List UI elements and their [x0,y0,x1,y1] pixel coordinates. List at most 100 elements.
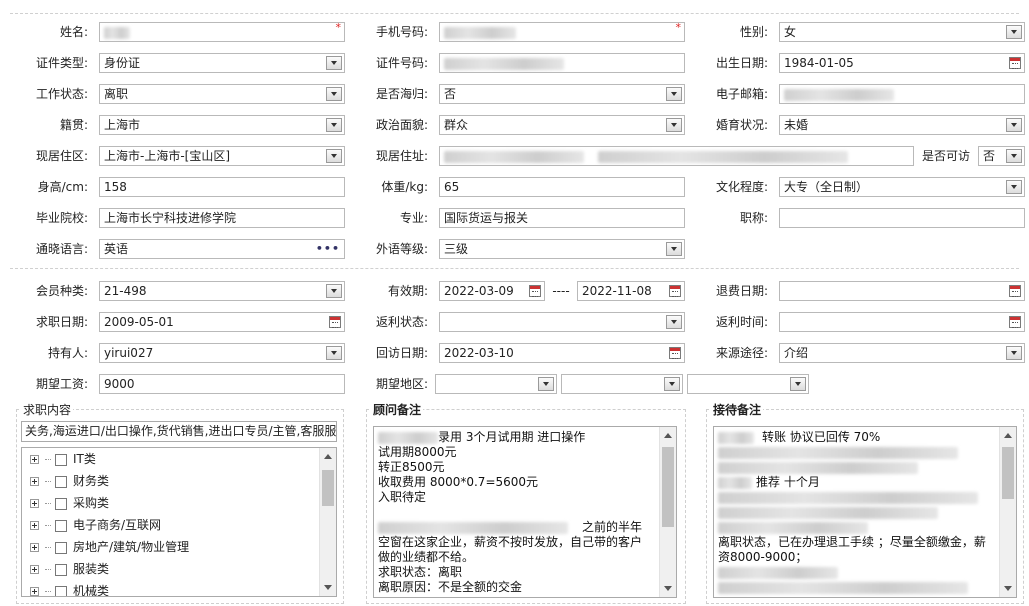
language-field[interactable]: 英语 ••• [99,239,345,259]
calendar-icon[interactable] [669,347,681,359]
chevron-down-icon[interactable] [664,377,680,391]
tree-item-finance[interactable]: 财务类 [30,470,109,492]
id-no-field[interactable] [439,53,685,73]
chevron-down-icon[interactable] [790,377,806,391]
scroll-up-icon[interactable] [324,454,332,459]
work-status-select[interactable]: 离职 [99,84,345,104]
reception-note-textarea[interactable]: 转账 协议已回传 70% 推荐 十个月 离职状态，已在办理退工手续 ；尽量全额缴… [713,426,1017,598]
foreign-level-select[interactable]: 三级 [439,239,685,259]
job-date-field[interactable]: 2009-05-01 [99,312,345,332]
checkbox[interactable] [55,453,67,466]
source-select[interactable]: 介绍 [779,343,1025,363]
reception-note-scrollbar[interactable] [999,427,1016,597]
region-district-select[interactable] [687,374,809,394]
advisor-note-textarea[interactable]: 录用 3个月试用期 进口操作 试用期8000元 转正8500元 收取费用 800… [373,426,677,598]
job-category-tree[interactable]: IT类 财务类 采购类 电子商务/互联网 房地产/建筑/物业管理 服装类 机械类 [21,447,337,597]
rebate-status-select[interactable] [439,312,685,332]
checkbox[interactable] [55,585,67,596]
major-field[interactable]: 国际货运与报关 [439,208,685,228]
native-select[interactable]: 上海市 [99,115,345,135]
checkbox[interactable] [55,497,67,510]
chevron-down-icon[interactable] [326,56,342,70]
advisor-note-scrollbar[interactable] [659,427,676,597]
tree-item-it[interactable]: IT类 [30,448,96,470]
chevron-down-icon[interactable] [326,87,342,101]
politics-select[interactable]: 群众 [439,115,685,135]
calendar-icon[interactable] [669,285,681,297]
chevron-down-icon[interactable] [666,315,682,329]
job-content-summary[interactable]: 关务,海运进口/出口操作,货代销售,进出口专员/主管,客服服 [21,421,337,442]
checkbox[interactable] [55,541,67,554]
member-type-select[interactable]: 21-498 [99,281,345,301]
email-field[interactable] [779,84,1025,104]
tree-item-purchase[interactable]: 采购类 [30,492,109,514]
expand-icon[interactable] [30,587,39,596]
marital-select[interactable]: 未婚 [779,115,1025,135]
checkbox[interactable] [55,475,67,488]
chevron-down-icon[interactable] [1006,118,1022,132]
weight-field[interactable]: 65 [439,177,685,197]
name-field[interactable]: * [99,22,345,42]
chevron-down-icon[interactable] [538,377,554,391]
rebate-time-field[interactable] [779,312,1025,332]
birth-date-field[interactable]: 1984-01-05 [779,53,1025,73]
calendar-icon[interactable] [529,285,541,297]
tree-scrollbar[interactable] [319,448,336,596]
tree-item-clothing[interactable]: 服装类 [30,558,109,580]
scroll-up-icon[interactable] [664,433,672,438]
expand-icon[interactable] [30,499,39,508]
checkbox[interactable] [55,519,67,532]
more-icon[interactable]: ••• [316,240,340,258]
chevron-down-icon[interactable] [1006,180,1022,194]
scroll-up-icon[interactable] [1004,433,1012,438]
calendar-icon[interactable] [329,316,341,328]
visitable-select[interactable]: 否 [978,146,1025,166]
chevron-down-icon[interactable] [1006,25,1022,39]
valid-to-field[interactable]: 2022-11-08 [577,281,685,301]
education-select[interactable]: 大专（全日制） [779,177,1025,197]
salary-field[interactable]: 9000 [99,374,345,394]
height-field[interactable]: 158 [99,177,345,197]
scroll-down-icon[interactable] [324,585,332,590]
checkbox[interactable] [55,563,67,576]
tree-item-ecommerce[interactable]: 电子商务/互联网 [30,514,161,536]
address-field[interactable] [439,146,914,166]
tree-item-machinery[interactable]: 机械类 [30,580,109,596]
scroll-down-icon[interactable] [664,586,672,591]
calendar-icon[interactable] [1009,57,1021,69]
id-type-select[interactable]: 身份证 [99,53,345,73]
expand-icon[interactable] [30,565,39,574]
chevron-down-icon[interactable] [666,118,682,132]
chevron-down-icon[interactable] [326,118,342,132]
school-field[interactable]: 上海市长宁科技进修学院 [99,208,345,228]
chevron-down-icon[interactable] [326,149,342,163]
title-field[interactable] [779,208,1025,228]
expand-icon[interactable] [30,477,39,486]
chevron-down-icon[interactable] [1006,346,1022,360]
holder-select[interactable]: yirui027 [99,343,345,363]
visit-date-field[interactable]: 2022-03-10 [439,343,685,363]
chevron-down-icon[interactable] [1006,149,1022,163]
returnee-select[interactable]: 否 [439,84,685,104]
mobile-field[interactable]: * [439,22,685,42]
tree-item-realestate[interactable]: 房地产/建筑/物业管理 [30,536,189,558]
expand-icon[interactable] [30,521,39,530]
region-province-select[interactable] [435,374,557,394]
residence-area-select[interactable]: 上海市-上海市-[宝山区] [99,146,345,166]
region-city-select[interactable] [561,374,683,394]
expand-icon[interactable] [30,455,39,464]
scroll-thumb[interactable] [322,470,334,506]
chevron-down-icon[interactable] [666,87,682,101]
scroll-down-icon[interactable] [1004,586,1012,591]
valid-from-field[interactable]: 2022-03-09 [439,281,545,301]
refund-date-field[interactable] [779,281,1025,301]
scroll-thumb[interactable] [1002,447,1014,499]
gender-select[interactable]: 女 [779,22,1025,42]
calendar-icon[interactable] [1009,316,1021,328]
chevron-down-icon[interactable] [326,346,342,360]
scroll-thumb[interactable] [662,447,674,527]
expand-icon[interactable] [30,543,39,552]
calendar-icon[interactable] [1009,285,1021,297]
chevron-down-icon[interactable] [666,242,682,256]
chevron-down-icon[interactable] [326,284,342,298]
